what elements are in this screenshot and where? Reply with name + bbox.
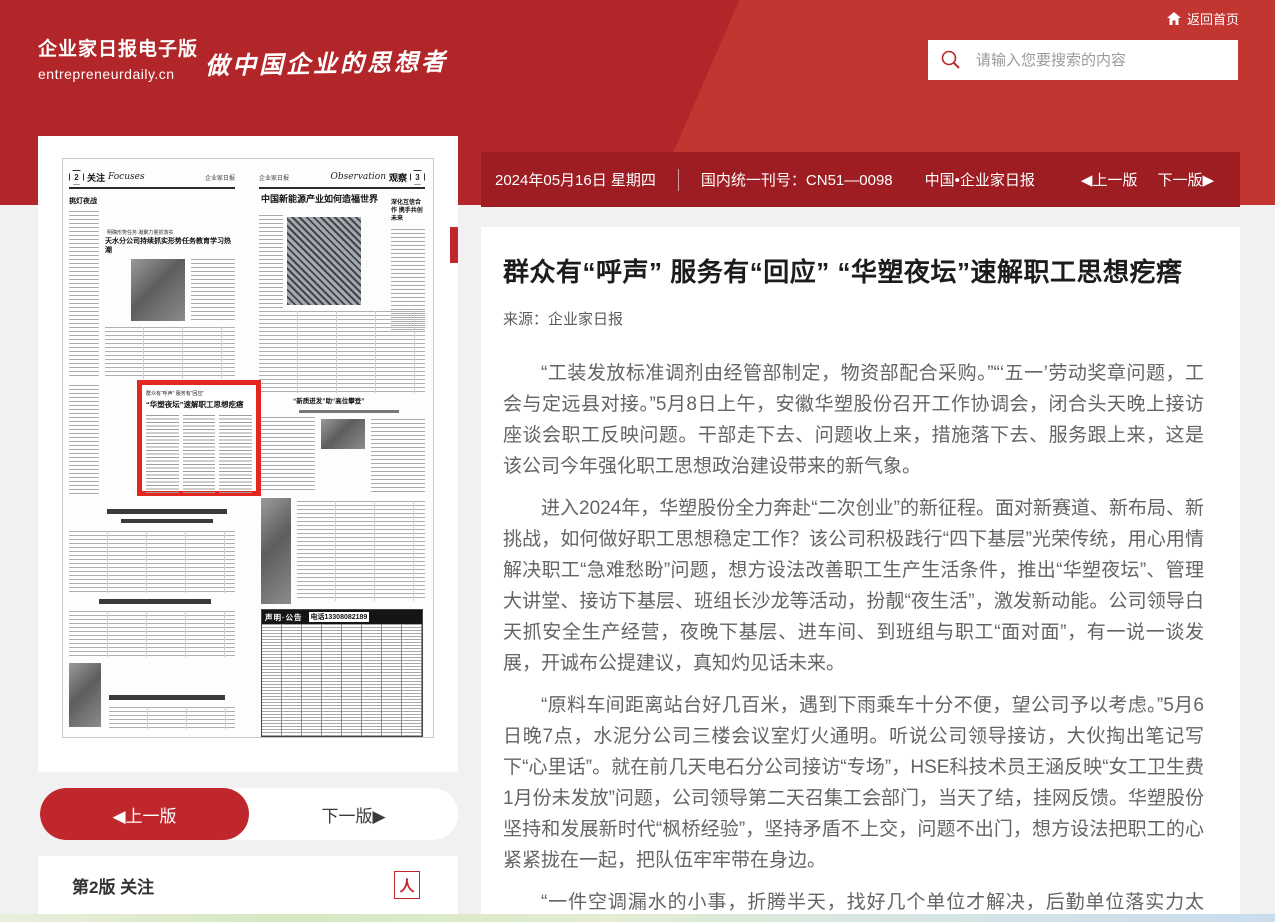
headline-bar [99,599,211,604]
subheadline-bar [299,410,399,413]
issue-info-bar: 2024年05月16日 星期四 国内统一刊号：CN51—0098 中国•企业家日… [481,152,1240,207]
back-to-home-label: 返回首页 [1187,9,1239,28]
notice-ads-block: 声明·公告 电话13308082189 [261,609,423,737]
highlight-headline-line2: “华塑夜坛”速解职工思想疙瘩 [146,399,252,410]
text-filler [69,385,99,497]
thumbnail-right-page: 企业家日报 Observation 观察 3 中国新能源产业如何造福世界 深化互… [259,167,425,729]
mid-headline: “新质迸发”助“高位攀登” [293,397,423,406]
notice-label: 声明·公告 [265,612,303,623]
thumbnail-scrollbar[interactable] [450,227,458,263]
article-paragraph: “工装发放标准调剂由经管部制定，物资部配合采购。”“‘五一’劳动奖章问题，工会与… [503,358,1204,482]
right-page-section-cn: 观察 [389,171,407,184]
issue-bar-divider [678,169,679,191]
article-title: 群众有“呼声” 服务有“回应” “华塑夜坛”速解职工思想疙瘩 [503,255,1204,289]
highlight-text-filler [146,415,252,493]
issue-number: 国内统一刊号：CN51—0098 [701,169,893,190]
text-filler [259,311,425,393]
meeting-photo [131,259,185,321]
prev-page-link[interactable]: ◀上一版 [1081,169,1138,190]
site-domain: entrepreneurdaily.cn [38,66,198,82]
ads-grid-filler [262,624,422,736]
left-page-section-cn: 关注 [87,171,105,184]
search-box [928,40,1238,80]
next-page-link[interactable]: 下一版▶ [1157,169,1214,190]
site-title: 企业家日报电子版 [38,34,198,61]
right-page-number-badge: 3 [410,170,425,185]
article-panel: 群众有“呼声” 服务有“回应” “华塑夜坛”速解职工思想疙瘩 来源：企业家日报 … [481,227,1240,922]
text-filler [69,211,99,379]
small-photo [321,419,365,449]
text-filler [105,327,235,379]
text-filler [69,531,235,593]
issue-date: 2024年05月16日 星期四 [495,169,656,190]
left-page-header: 2 关注 Focuses 企业家日报 [69,167,235,189]
text-filler [371,419,425,495]
headline-bar [121,519,213,523]
page-card-label: 第2版 关注 [72,873,154,898]
left-page-number-badge: 2 [69,170,84,185]
site-logo[interactable]: 企业家日报电子版 entrepreneurdaily.cn [38,34,198,82]
bottom-photo [69,663,101,727]
site-slogan: 做中国企业的思想者 [205,42,449,81]
right-page-masthead: 企业家日报 [259,173,289,182]
highlight-headline-line1: 群众有“呼声” 服务有“回应” [146,390,252,397]
left-page-masthead: 企业家日报 [205,173,235,182]
article-source: 来源：企业家日报 [503,308,1204,329]
page-list-card[interactable]: 第2版 关注 人 [38,856,458,914]
left-column-headline: 挑灯夜战 [69,197,101,206]
notice-phone: 电话13308082189 [309,612,370,622]
tall-photo [261,498,291,604]
solar-panels-photo [287,217,361,305]
newspaper-thumbnail[interactable]: 2 关注 Focuses 企业家日报 挑灯夜战 明确形势任务 凝聚力量抓落实 天… [62,158,434,738]
page-nav-pill: ◀上一版 下一版▶ [40,788,458,840]
text-filler [191,259,235,321]
footer-gradient-strip [0,914,1275,922]
left-panel: 2 关注 Focuses 企业家日报 挑灯夜战 明确形势任务 凝聚力量抓落实 天… [38,136,458,772]
article-paragraph: 进入2024年，华塑股份全力奔赴“二次创业”的新征程。面对新赛道、新布局、新挑战… [503,493,1204,679]
article-body: “工装发放标准调剂由经管部制定，物资部配合采购。”“‘五一’劳动奖章问题，工会与… [503,358,1204,922]
home-icon [1167,12,1181,25]
search-icon[interactable] [940,49,962,71]
right-page-header: 企业家日报 Observation 观察 3 [259,167,425,189]
next-page-button[interactable]: 下一版▶ [249,788,458,840]
paper-name: 中国•企业家日报 [925,169,1035,190]
text-filler [109,707,235,729]
article-paragraph: “原料车间距离站台好几百米，遇到下雨乘车十分不便，望公司予以考虑。”5月6日晚7… [503,690,1204,876]
headline-bar [107,509,227,514]
left-page-section-en: Focuses [108,172,145,182]
back-to-home-link[interactable]: 返回首页 [1167,9,1239,28]
right-page-section-en: Observation [330,172,386,182]
prev-page-button[interactable]: ◀上一版 [40,788,249,840]
left-page-kicker: 明确形势任务 凝聚力量抓落实 [107,229,235,236]
text-filler [69,611,235,657]
search-input[interactable] [974,39,1238,81]
headline-bar [109,695,225,700]
pdf-icon[interactable]: 人 [394,871,420,899]
text-filler [259,417,315,493]
article-highlight-box[interactable]: 群众有“呼声” 服务有“回应” “华塑夜坛”速解职工思想疙瘩 [137,380,261,496]
left-page-headline: 天水分公司持续抓实形势任务教育学习热潮 [105,237,235,255]
text-filler [297,501,425,601]
